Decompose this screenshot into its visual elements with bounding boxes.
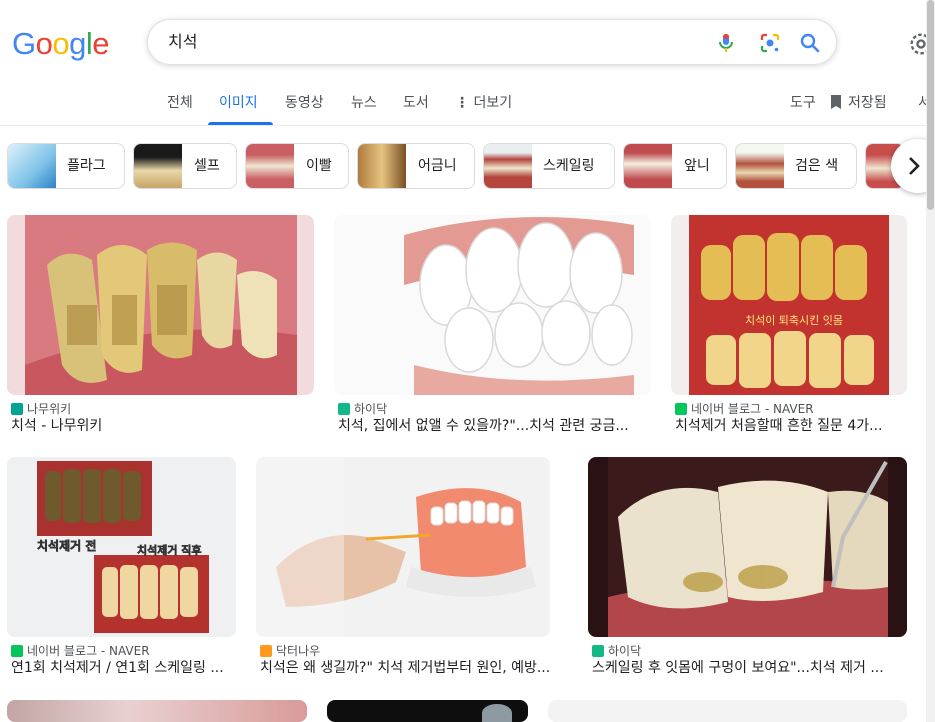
result-title[interactable]: 치석은 왜 생길까?" 치석 제거법부터 원인, 예방... (260, 659, 565, 677)
chevron-right-icon (909, 157, 920, 175)
result-image[interactable] (256, 457, 550, 637)
result-image[interactable] (7, 215, 314, 395)
chip-label: 이빨 (306, 158, 332, 174)
bookmark-icon (831, 95, 841, 109)
chip-self[interactable]: 셀프 (133, 143, 237, 189)
chip-front-teeth[interactable]: 앞니 (623, 143, 727, 189)
hidoc-favicon-icon (338, 403, 350, 415)
result-title[interactable]: 치석, 집에서 없앨 수 있을까?"...치석 관련 궁금... (338, 417, 648, 435)
result-image[interactable] (334, 215, 651, 395)
result-image[interactable] (588, 457, 907, 637)
result-title[interactable]: 치석제거 처음할때 흔한 질문 4가... (675, 417, 905, 435)
source-label: 하이닥 (608, 644, 642, 658)
chip-plaque[interactable]: 플라그 (7, 143, 125, 189)
doctornow-favicon-icon (260, 645, 272, 657)
search-input[interactable]: 치석 (168, 32, 197, 52)
naver-blog-favicon-icon (675, 403, 687, 415)
chip-label: 어금니 (418, 158, 457, 174)
tab-all[interactable]: 전체 (167, 93, 193, 113)
chip-label: 스케일링 (543, 158, 595, 174)
result-source[interactable]: 닥터나우 (260, 644, 320, 658)
chip-scaling[interactable]: 스케일링 (483, 143, 615, 189)
hidoc-favicon-icon (592, 645, 604, 657)
source-label: 네이버 블로그 - NAVER (691, 402, 814, 416)
microphone-icon[interactable] (714, 31, 738, 55)
logo-letter: e (92, 26, 110, 61)
chip-teeth[interactable]: 이빨 (245, 143, 349, 189)
search-box[interactable]: 치석 (147, 19, 837, 65)
result-title[interactable]: 스케일링 후 잇몸에 구멍이 보여요"...치석 제거 ... (592, 659, 904, 677)
tab-more-label: 더보기 (473, 95, 513, 111)
google-logo[interactable]: Google (12, 26, 110, 61)
chip-thumbnail (8, 144, 56, 188)
logo-letter: g (69, 26, 86, 61)
tab-news[interactable]: 뉴스 (351, 93, 377, 113)
scrollbar-thumb[interactable] (927, 0, 934, 210)
dental-model-photo (274, 457, 550, 637)
chip-thumbnail (134, 144, 182, 188)
result-source[interactable]: 하이닥 (338, 402, 387, 416)
more-vert-icon: ⋮ (455, 95, 469, 111)
result-source[interactable]: 나무위키 (11, 402, 71, 416)
namuwiki-favicon-icon (11, 403, 23, 415)
search-icon[interactable] (798, 31, 822, 55)
result-image[interactable] (548, 700, 907, 722)
source-label: 닥터나우 (276, 644, 321, 658)
logo-letter: o (52, 26, 70, 61)
tab-more[interactable]: ⋮ 더보기 (455, 93, 512, 113)
lens-icon[interactable] (758, 31, 782, 55)
chip-black[interactable]: 검은 색 (735, 143, 857, 189)
chip-label: 검은 색 (795, 158, 839, 174)
tab-images[interactable]: 이미지 (219, 93, 258, 113)
veneer-teeth-photo (334, 215, 651, 395)
result-image[interactable]: 치석제거 전 치석제거 직후 (7, 457, 236, 637)
chip-label: 앞니 (684, 158, 710, 174)
scaling-instrument-photo (608, 457, 888, 637)
result-title[interactable]: 치석 - 나무위키 (11, 417, 311, 435)
image-overlay-text: 치석제거 전 (37, 538, 96, 553)
result-image[interactable]: 치석이 퇴축시킨 잇몸 (671, 215, 907, 395)
logo-letter: o (35, 26, 53, 61)
result-image[interactable] (327, 700, 528, 722)
chip-thumbnail (736, 144, 784, 188)
tools-button[interactable]: 도구 (790, 93, 816, 113)
chip-molar[interactable]: 어금니 (357, 143, 475, 189)
source-label: 나무위키 (27, 402, 72, 416)
chip-thumbnail (358, 144, 406, 188)
source-label: 네이버 블로그 - NAVER (27, 644, 150, 658)
image-overlay-text: 치석제거 직후 (137, 543, 202, 557)
chip-label: 셀프 (194, 158, 220, 174)
saved-button[interactable]: 저장됨 (829, 93, 887, 113)
tab-videos[interactable]: 동영상 (285, 93, 324, 113)
device-shape (482, 704, 512, 722)
result-source[interactable]: 네이버 블로그 - NAVER (675, 402, 814, 416)
header-divider (0, 125, 935, 126)
tartar-before-photo: 치석이 퇴축시킨 잇몸 (689, 215, 889, 395)
scaling-before-after-photo: 치석제거 전 치석제거 직후 (7, 457, 236, 637)
teeth-tartar-photo (25, 215, 297, 395)
saved-label: 저장됨 (848, 95, 887, 111)
tab-books[interactable]: 도서 (403, 93, 429, 113)
chip-label: 플라그 (67, 158, 106, 174)
chip-thumbnail (624, 144, 672, 188)
result-image[interactable] (7, 700, 307, 722)
result-source[interactable]: 네이버 블로그 - NAVER (11, 644, 150, 658)
chip-thumbnail (484, 144, 532, 188)
source-label: 하이닥 (354, 402, 388, 416)
svg-text:치석이 퇴축시킨 잇몸: 치석이 퇴축시킨 잇몸 (745, 314, 843, 327)
result-title[interactable]: 연1회 치석제거 / 연1회 스케일링 ... (11, 659, 236, 677)
chip-thumbnail (246, 144, 294, 188)
naver-blog-favicon-icon (11, 645, 23, 657)
logo-letter: G (12, 26, 36, 61)
result-source[interactable]: 하이닥 (592, 644, 641, 658)
